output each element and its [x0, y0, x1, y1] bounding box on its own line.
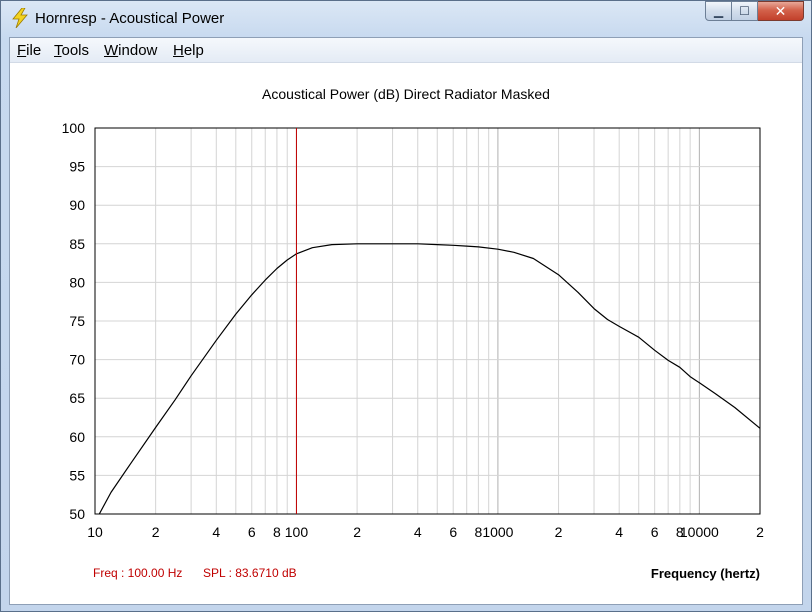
y-tick-label: 85 [69, 236, 85, 252]
y-tick-label: 65 [69, 390, 85, 406]
y-tick-label: 80 [69, 274, 85, 290]
x-axis-label: Frequency (hertz) [650, 566, 760, 581]
lightning-bolt-icon [12, 8, 28, 28]
minimize-button[interactable]: ▁ [705, 1, 732, 21]
close-button[interactable]: ✕ [758, 1, 804, 21]
maximize-icon: ☐ [739, 4, 750, 18]
maximize-button[interactable]: ☐ [732, 1, 758, 21]
y-tick-label: 55 [69, 467, 85, 483]
caption-buttons: ▁ ☐ ✕ [705, 1, 804, 23]
x-tick-label: 6 [651, 524, 659, 540]
window-title: Hornresp - Acoustical Power [35, 10, 225, 27]
y-tick-label: 50 [69, 506, 85, 522]
power-response-curve [98, 243, 761, 515]
close-icon: ✕ [774, 2, 787, 19]
x-tick-label: 1000 [482, 524, 513, 540]
y-tick-label: 100 [62, 120, 86, 136]
x-tick-label: 2 [353, 524, 361, 540]
x-tick-label: 4 [615, 524, 623, 540]
x-tick-label: 10 [87, 524, 103, 540]
x-tick-label: 4 [212, 524, 220, 540]
acoustical-power-chart[interactable]: 1009590858075706560555010 2 4 6 8 100 2 4 6 8 1000… [10, 38, 802, 604]
client-area: File Tools Window Help Acoustical Power … [9, 37, 803, 605]
x-tick-label: 2 [555, 524, 563, 540]
frequency-readout: Freq : 100.00 Hz [93, 566, 183, 580]
x-tick-label: 8 [273, 524, 281, 540]
y-tick-label: 60 [69, 429, 85, 445]
y-tick-label: 90 [69, 197, 85, 213]
y-tick-label: 75 [69, 313, 85, 329]
x-tick-label: 4 [414, 524, 422, 540]
spl-readout: SPL : 83.6710 dB [203, 566, 297, 580]
x-tick-label: 6 [449, 524, 457, 540]
x-tick-label: 6 [248, 524, 256, 540]
x-tick-label: 2 [756, 524, 764, 540]
minimize-icon: ▁ [713, 4, 724, 18]
app-window: Hornresp - Acoustical Power ▁ ☐ ✕ File T… [0, 0, 812, 612]
x-tick-label: 100 [285, 524, 309, 540]
x-tick-label: 8 [474, 524, 482, 540]
title-bar[interactable]: Hornresp - Acoustical Power ▁ ☐ ✕ [1, 1, 811, 37]
y-tick-label: 95 [69, 159, 85, 175]
x-tick-label: 10000 [680, 524, 719, 540]
x-tick-label: 2 [152, 524, 160, 540]
y-tick-label: 70 [69, 352, 85, 368]
